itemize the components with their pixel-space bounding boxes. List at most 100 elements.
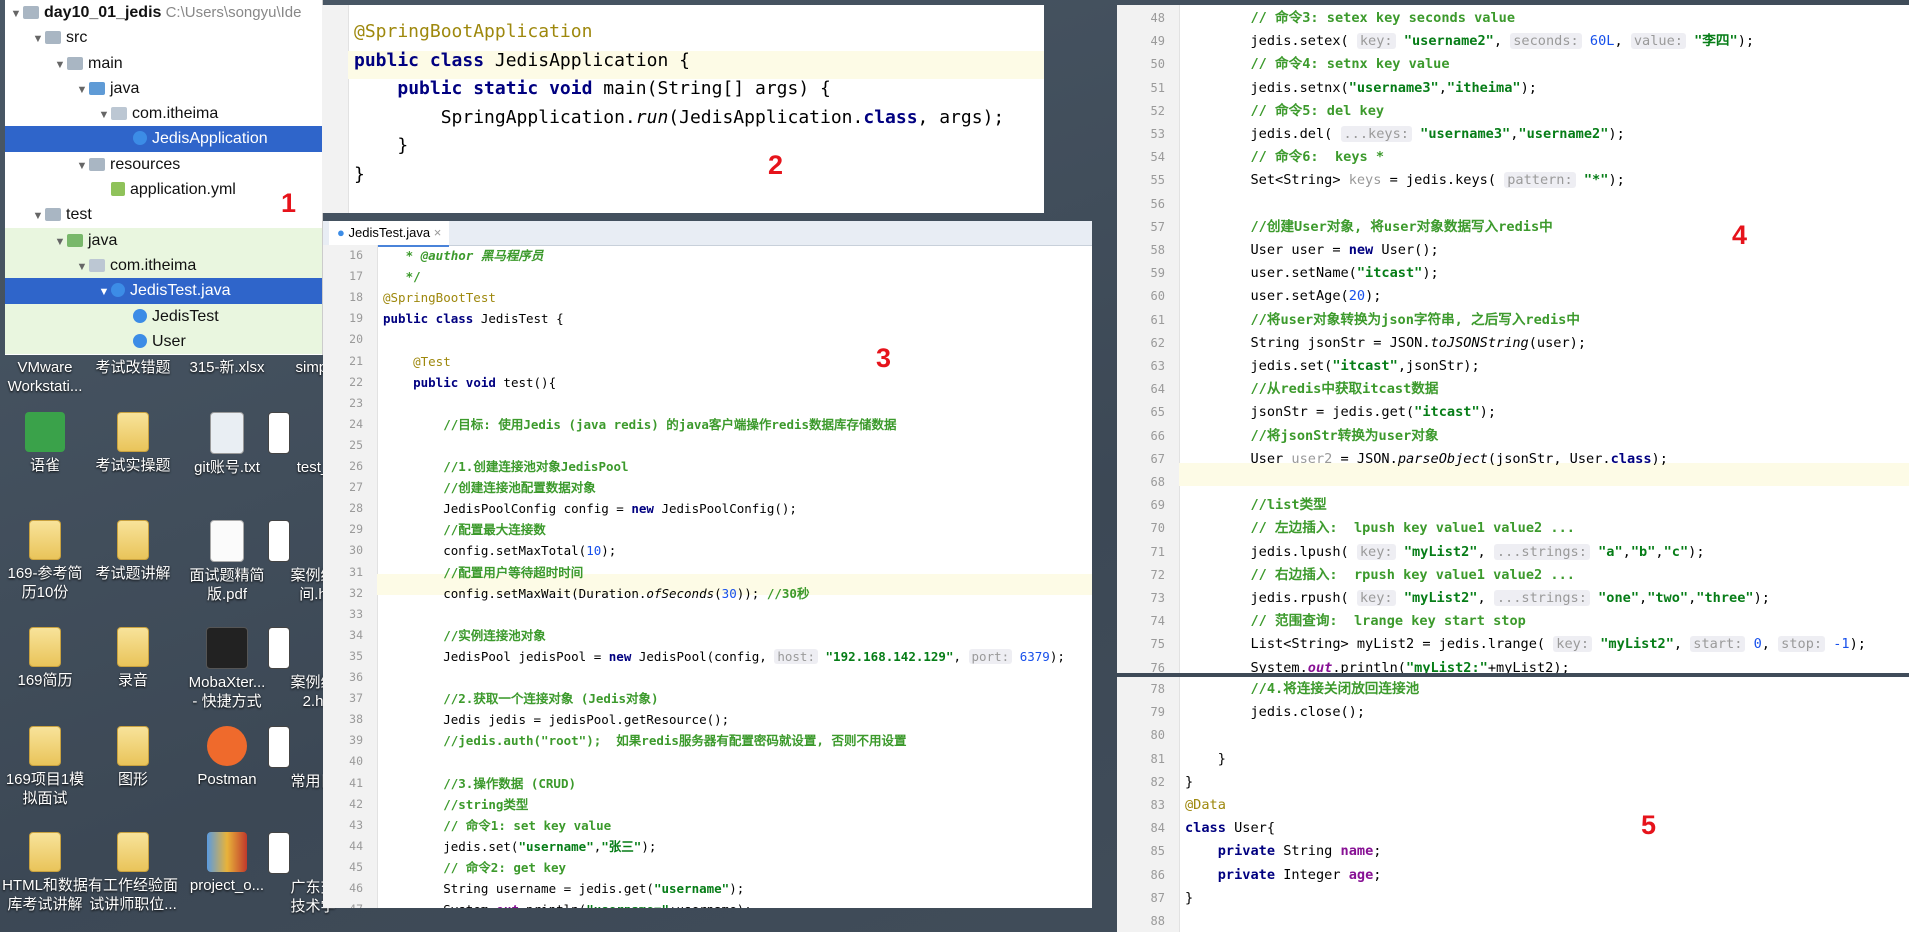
editor-jedis-test[interactable]: ● JedisTest.java × 16 * @author 黑马程序员 17 … <box>323 221 1092 908</box>
tree-row[interactable]: ▼ JedisTest.java <box>5 278 322 305</box>
desktop-icon[interactable]: 面试题精简 版.pdf <box>182 520 272 604</box>
code-line[interactable]: //创建连接池配置数据对象 <box>383 477 596 498</box>
expand-toggle-icon[interactable]: ▼ <box>75 78 89 103</box>
code-line[interactable]: class User{ <box>1185 817 1275 840</box>
tab-close-icon[interactable]: × <box>434 225 442 240</box>
code-line[interactable]: } <box>354 161 365 190</box>
expand-toggle-icon[interactable]: ▼ <box>97 103 111 128</box>
code-line[interactable]: @Data <box>1185 794 1226 817</box>
code-line[interactable]: public class JedisTest { <box>383 308 564 329</box>
editor-jedis-test-part2[interactable]: 48 // 命令3: setex key seconds value 49 jed… <box>1117 5 1909 673</box>
desktop-icon[interactable]: 169简历 <box>0 627 90 690</box>
code-line[interactable]: } <box>354 132 408 161</box>
code-line[interactable]: // 范围查询: lrange key start stop <box>1185 610 1525 633</box>
desktop-icon[interactable]: project_o... <box>182 832 272 895</box>
expand-toggle-icon[interactable]: ▼ <box>31 27 45 52</box>
expand-toggle-icon[interactable]: ▼ <box>97 280 111 305</box>
tree-row[interactable]: User <box>5 328 322 355</box>
desktop-icon[interactable]: 169项目1模 拟面试 <box>0 726 90 808</box>
desktop-icon[interactable]: git账号.txt <box>182 412 272 477</box>
code-line[interactable]: Jedis jedis = jedisPool.getResource(); <box>383 709 729 730</box>
code-line[interactable]: // 右边插入: rpush key value1 value2 ... <box>1185 564 1574 587</box>
code-line[interactable]: config.setMaxWait(Duration.ofSeconds(30)… <box>383 583 809 604</box>
tree-row[interactable]: ▼ day10_01_jedis C:\Users\songyu\Ide <box>5 0 322 25</box>
code-line[interactable]: System.out.println("myList2:"+myList2); <box>1185 657 1569 673</box>
code-line[interactable]: jedis.rpush( key: "myList2", ...strings:… <box>1185 587 1770 610</box>
code-line[interactable]: jedis.setex( key: "username2", seconds: … <box>1185 30 1754 53</box>
code-line[interactable]: jedis.setnx("username3","itheima"); <box>1185 77 1536 100</box>
tree-row[interactable]: ▼ resources <box>5 152 322 177</box>
tree-row[interactable]: ▼ com.itheima <box>5 101 322 126</box>
code-line[interactable]: // 左边插入: lpush key value1 value2 ... <box>1185 517 1574 540</box>
tree-row[interactable]: ▼ java <box>5 227 322 255</box>
desktop-icon[interactable]: 录音 <box>88 627 178 690</box>
code-line[interactable]: User user = new User(); <box>1185 239 1438 262</box>
code-line[interactable]: config.setMaxTotal(10); <box>383 540 616 561</box>
code-line[interactable]: // 命令5: del key <box>1185 100 1384 123</box>
code-line[interactable]: @Test <box>383 351 451 372</box>
desktop-icon[interactable]: MobaXter... - 快捷方式 <box>182 627 272 711</box>
code-line[interactable]: jsonStr = jedis.get("itcast"); <box>1185 401 1496 424</box>
project-tree[interactable]: ▼ day10_01_jedis C:\Users\songyu\Ide ▼ src ▼… <box>5 0 323 355</box>
code-line[interactable]: } <box>1185 771 1193 794</box>
code-line[interactable]: //配置用户等待超时时间 <box>383 562 583 583</box>
tree-row[interactable]: ▼ test <box>5 202 322 227</box>
code-line[interactable]: jedis.close(); <box>1185 701 1365 724</box>
code-line[interactable]: // 命令4: setnx key value <box>1185 53 1449 76</box>
code-line[interactable]: User user2 = JSON.parseObject(jsonStr, U… <box>1185 448 1667 471</box>
code-line[interactable]: // 命令6: keys * <box>1185 146 1384 169</box>
expand-toggle-icon[interactable]: ▼ <box>53 230 67 255</box>
code-line[interactable]: * @author 黑马程序员 <box>383 245 544 266</box>
tree-row[interactable]: ▼ com.itheima <box>5 252 322 280</box>
desktop-icon[interactable]: 图形 <box>88 726 178 789</box>
code-line[interactable]: private Integer age; <box>1185 864 1382 887</box>
code-line[interactable]: //3.操作数据 (CRUD) <box>383 773 576 794</box>
code-line[interactable]: //string类型 <box>383 794 528 815</box>
code-line[interactable]: Set<String> keys = jedis.keys( pattern: … <box>1185 169 1625 192</box>
code-line[interactable]: public static void main(String[] args) { <box>354 75 831 104</box>
code-line[interactable]: JedisPool jedisPool = new JedisPool(conf… <box>383 646 1065 667</box>
expand-toggle-icon[interactable]: ▼ <box>53 53 67 78</box>
tree-row[interactable]: ▼ java <box>5 76 322 101</box>
code-line[interactable]: System.out.println("username="+username)… <box>383 899 752 908</box>
desktop-icon[interactable]: 考试实操题 <box>88 412 178 475</box>
code-line[interactable]: } <box>1185 748 1226 771</box>
desktop-icon[interactable]: 考试改错题 <box>88 358 178 377</box>
code-line[interactable]: //list类型 <box>1185 494 1326 517</box>
code-line[interactable]: List<String> myList2 = jedis.lrange( key… <box>1185 633 1866 656</box>
code-line[interactable]: jedis.del( ...keys: "username3","usernam… <box>1185 123 1625 146</box>
code-line[interactable]: //jedis.auth("root"); 如果redis服务器有配置密码就设置… <box>383 730 906 751</box>
code-line[interactable]: //将user对象转换为json字符串, 之后写入redis中 <box>1185 309 1579 332</box>
code-line[interactable]: //实例连接池对象 <box>383 625 546 646</box>
editor-jedis-application[interactable]: @SpringBootApplication public class Jedis… <box>322 5 1044 213</box>
desktop-icon[interactable]: 315-新.xlsx <box>182 358 272 377</box>
code-line[interactable]: JedisPoolConfig config = new JedisPoolCo… <box>383 498 797 519</box>
code-line[interactable]: jedis.set("itcast",jsonStr); <box>1185 355 1479 378</box>
desktop-icon[interactable]: 考试题讲解 <box>88 520 178 583</box>
desktop-icon[interactable]: 169-参考简 历10份 <box>0 520 90 602</box>
code-line[interactable]: //从redis中获取itcast数据 <box>1185 378 1438 401</box>
code-line[interactable]: //1.创建连接池对象JedisPool <box>383 456 628 477</box>
code-line[interactable]: SpringApplication.run(JedisApplication.c… <box>354 104 1005 133</box>
expand-toggle-icon[interactable]: ▼ <box>31 204 45 229</box>
code-line[interactable]: user.setName("itcast"); <box>1185 262 1438 285</box>
code-line[interactable]: @SpringBootApplication <box>354 18 592 47</box>
tree-row[interactable]: ▼ src <box>5 25 322 50</box>
expand-toggle-icon[interactable]: ▼ <box>75 255 89 280</box>
tree-row[interactable]: JedisTest <box>5 303 322 329</box>
code-line[interactable]: //2.获取一个连接对象 (Jedis对象) <box>383 688 658 709</box>
tab-jedis-test[interactable]: ● JedisTest.java × <box>329 221 450 247</box>
code-line[interactable]: jedis.lpush( key: "myList2", ...strings:… <box>1185 541 1705 564</box>
code-line[interactable]: String jsonStr = JSON.toJSONString(user)… <box>1185 332 1586 355</box>
tree-row[interactable]: application.yml <box>5 177 322 202</box>
code-line[interactable]: */ <box>383 266 421 287</box>
code-line[interactable]: public void test(){ <box>383 372 556 393</box>
code-line[interactable]: //将jsonStr转换为user对象 <box>1185 425 1438 448</box>
tree-row[interactable]: JedisApplication <box>5 126 322 152</box>
editor-user-class[interactable]: 78 //4.将连接关闭放回连接池 79 jedis.close(); 80 81 }… <box>1117 677 1909 932</box>
code-line[interactable]: public class JedisApplication { <box>354 47 690 76</box>
desktop-icon[interactable]: 语雀 <box>0 412 90 475</box>
code-line[interactable]: @SpringBootTest <box>383 287 496 308</box>
code-line[interactable]: //配置最大连接数 <box>383 519 546 540</box>
expand-toggle-icon[interactable]: ▼ <box>75 154 89 179</box>
